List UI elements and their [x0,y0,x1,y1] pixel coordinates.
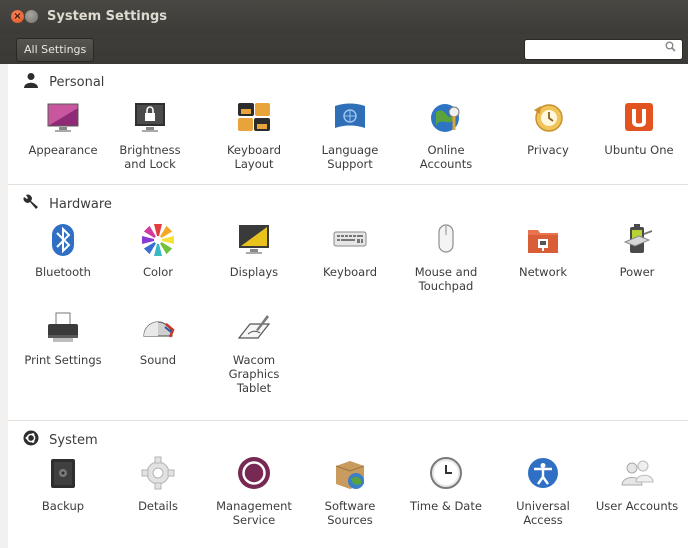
settings-content: Personal Appearance Brightness and Lock … [8,64,688,548]
language-flag-icon [335,103,365,128]
color-wheel-icon [142,224,174,256]
privacy-history-icon [534,104,563,132]
ubuntu-logo-icon [23,430,39,446]
settings-item-appearance[interactable]: Appearance [17,100,109,157]
ubuntu-one-icon [625,103,653,131]
settings-item-label: Network [518,265,568,279]
settings-item-details[interactable]: Details [112,456,204,513]
settings-item-label: Software Sources [324,499,376,527]
printer-icon [48,312,78,342]
settings-item-keyboard-layout[interactable]: Keyboard Layout [208,100,300,171]
settings-item-label: Appearance [28,143,98,157]
settings-item-label: Backup [41,499,85,513]
appearance-icon [47,103,79,132]
bluetooth-icon [52,224,74,256]
settings-item-label: Displays [229,265,279,279]
settings-item-label: Print Settings [24,353,102,367]
sound-speaker-icon [143,321,175,338]
backup-safe-icon [51,459,75,488]
universal-access-icon [528,458,558,488]
minimize-window-button[interactable] [25,10,38,23]
section-system-label: System [49,433,98,448]
settings-item-label: Power [619,265,655,279]
section-system-header: System [23,430,98,450]
settings-item-label: Management Service [216,499,292,527]
power-battery-icon [623,224,653,253]
toolbar: All Settings [0,34,688,64]
settings-item-label: Brightness and Lock [119,143,181,171]
settings-item-displays[interactable]: Displays [208,222,300,279]
search-input[interactable] [524,39,683,60]
settings-item-label: Online Accounts [419,143,473,171]
lock-screen-icon [135,103,165,132]
section-hardware-label: Hardware [49,197,112,212]
settings-item-power[interactable]: Power [591,222,683,279]
settings-item-label: Time & Date [410,499,482,513]
settings-item-mouse-touchpad[interactable]: Mouse and Touchpad [400,222,492,293]
settings-item-keyboard[interactable]: Keyboard [304,222,396,279]
window-title: System Settings [47,9,168,24]
settings-item-label: Mouse and Touchpad [414,265,478,293]
display-icon [239,225,269,254]
settings-item-sound[interactable]: Sound [112,310,204,367]
graphics-tablet-icon [237,315,271,339]
section-personal-header: Personal [23,72,104,92]
person-icon [24,73,38,88]
settings-item-bluetooth[interactable]: Bluetooth [17,222,109,279]
settings-item-privacy[interactable]: Privacy [502,100,594,157]
details-gear-icon [141,456,175,490]
mouse-icon [438,224,454,253]
settings-item-label: Bluetooth [35,265,91,279]
network-folder-icon [528,230,558,253]
settings-item-label: Wacom Graphics Tablet [228,353,280,395]
keyboard-layout-icon [238,103,270,131]
settings-item-label: Language Support [321,143,379,171]
software-sources-icon [335,461,365,489]
settings-item-label: Universal Access [516,499,570,527]
all-settings-button[interactable]: All Settings [16,38,95,62]
settings-item-label: Privacy [527,143,569,157]
settings-item-online-accounts[interactable]: Online Accounts [400,100,492,171]
settings-item-backup[interactable]: Backup [17,456,109,513]
settings-item-print-settings[interactable]: Print Settings [17,310,109,367]
management-service-icon [238,457,270,489]
settings-item-network[interactable]: Network [497,222,589,279]
settings-item-user-accounts[interactable]: User Accounts [591,456,683,513]
settings-item-label: Ubuntu One [604,143,674,157]
search-icon [665,41,676,55]
settings-item-label: User Accounts [595,499,679,513]
wrench-icon [23,194,38,209]
close-window-button[interactable]: × [11,10,24,23]
settings-item-color[interactable]: Color [112,222,204,279]
section-divider [8,420,688,421]
settings-item-wacom-tablet[interactable]: Wacom Graphics Tablet [208,310,300,395]
settings-item-ubuntu-one[interactable]: Ubuntu One [593,100,685,157]
keyboard-icon [333,231,367,247]
section-hardware-header: Hardware [23,194,112,214]
clock-icon [430,457,462,489]
title-bar: × System Settings [0,0,688,34]
settings-item-management-service[interactable]: Management Service [208,456,300,527]
online-accounts-icon [431,104,460,132]
settings-item-label: Keyboard [322,265,378,279]
section-personal-label: Personal [49,75,105,90]
section-divider [8,184,688,185]
user-accounts-icon [621,460,654,486]
settings-item-label: Details [138,499,178,513]
settings-item-label: Keyboard Layout [226,143,282,171]
settings-item-universal-access[interactable]: Universal Access [497,456,589,527]
settings-item-brightness-lock[interactable]: Brightness and Lock [104,100,196,171]
settings-item-time-date[interactable]: Time & Date [400,456,492,513]
close-icon: × [13,11,22,22]
settings-item-language-support[interactable]: Language Support [304,100,396,171]
settings-item-label: Sound [139,353,177,367]
settings-item-label: Color [142,265,174,279]
settings-item-software-sources[interactable]: Software Sources [304,456,396,527]
